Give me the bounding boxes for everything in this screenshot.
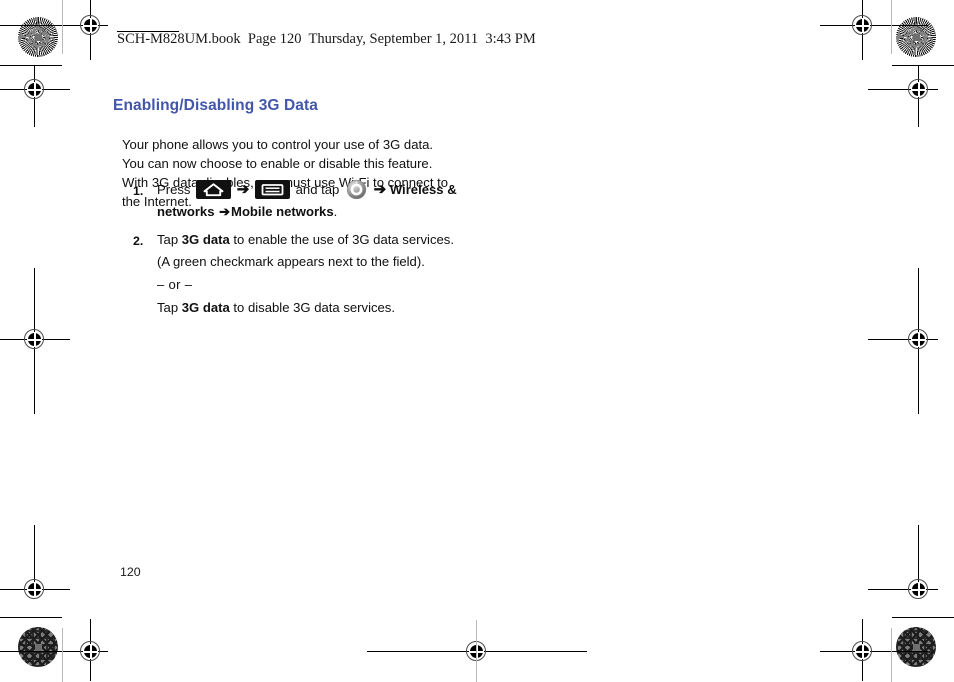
page-number: 120 (120, 565, 141, 579)
step-2-line-2-bold: 3G data (181, 300, 230, 315)
page-title: Enabling/Disabling 3G Data (113, 97, 318, 114)
step-1-mid: and tap (295, 182, 340, 197)
menu-icon (254, 180, 290, 199)
arrow-icon-2: ➔ (373, 181, 387, 198)
step-2-or-separator: – or – (157, 277, 193, 292)
arrow-icon-1: ➔ (236, 181, 250, 198)
home-icon (196, 180, 232, 199)
step-2-number: 2. (133, 234, 144, 248)
step-2-text: Tap 3G data to enable the use of 3G data… (157, 229, 457, 319)
step-2-line-1-pre: Tap (157, 232, 182, 247)
step-1-lead: Press (157, 182, 191, 197)
step-1-number: 1. (133, 184, 144, 198)
step-2-line-2: Tap 3G data to disable 3G data services. (157, 297, 457, 319)
document-page: SCH-M828UM.book Page 120 Thursday, Septe… (0, 0, 954, 682)
step-2-line-2-post: to disable 3G data services. (229, 300, 395, 315)
step-2-line-1-bold: 3G data (181, 232, 230, 247)
step-2-line-2-pre: Tap (157, 300, 182, 315)
step-2-line-1: Tap 3G data to enable the use of 3G data… (157, 229, 457, 273)
step-1-menu-path-2: Mobile networks (231, 204, 334, 219)
page-content: Enabling/Disabling 3G Data Your phone al… (0, 0, 954, 682)
step-1-period: . (333, 204, 338, 219)
arrow-icon-3: ➔ (219, 204, 231, 219)
step-1-text: Press ➔ and tap ➔ Wireless & networks ➔M… (157, 179, 457, 223)
settings-icon (346, 179, 367, 200)
